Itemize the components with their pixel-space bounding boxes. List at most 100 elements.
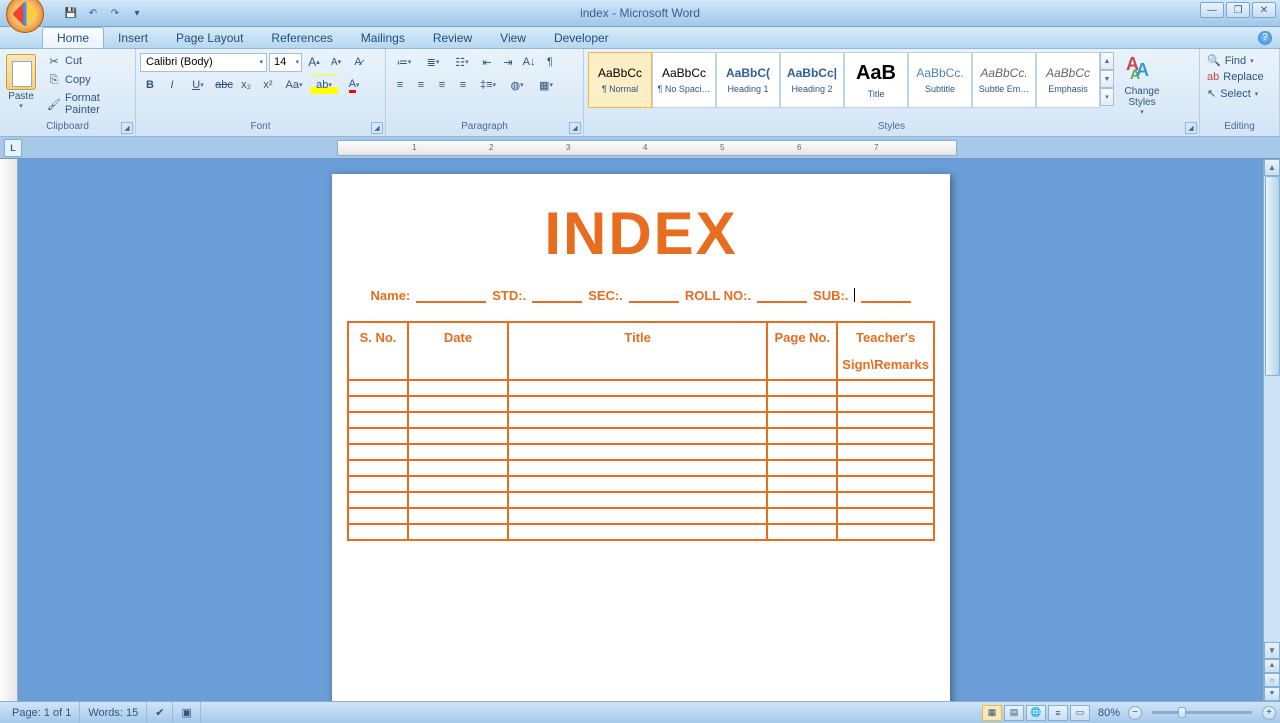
font-name-value: Calibri (Body): [146, 56, 213, 68]
group-paragraph-title: Paragraph: [390, 120, 579, 136]
tab-review[interactable]: Review: [419, 28, 486, 48]
document-page[interactable]: INDEX Name: STD:. SEC:. ROLL NO:. SUB:. …: [332, 174, 950, 701]
format-painter-label: Format Painter: [65, 92, 128, 116]
tab-developer[interactable]: Developer: [540, 28, 623, 48]
bullets-button[interactable]: ≔▾: [390, 52, 418, 72]
style-emphasis[interactable]: AaBbCcEmphasis: [1036, 52, 1100, 108]
zoom-slider[interactable]: [1152, 711, 1252, 714]
index-table: S. No. Date Title Page No. Teacher's Sig…: [347, 321, 935, 541]
italic-button[interactable]: I: [162, 75, 182, 95]
style-title[interactable]: AaBTitle: [844, 52, 908, 108]
next-page-button[interactable]: ⯆: [1264, 687, 1280, 701]
highlight-button[interactable]: ab▾: [310, 75, 338, 95]
table-row: [348, 524, 934, 540]
style-normal[interactable]: AaBbCc¶ Normal: [588, 52, 652, 108]
style-subtitle[interactable]: AaBbCc.Subtitle: [908, 52, 972, 108]
horizontal-ruler[interactable]: 1234567: [337, 140, 957, 156]
tab-view[interactable]: View: [486, 28, 540, 48]
increase-indent-button[interactable]: ⇥: [498, 52, 518, 72]
vertical-scrollbar[interactable]: ▲ ▼ ⯅ ○ ⯆: [1263, 159, 1280, 701]
doc-form-line: Name: STD:. SEC:. ROLL NO:. SUB:.: [347, 288, 935, 303]
minimize-button[interactable]: —: [1200, 2, 1224, 18]
decrease-indent-button[interactable]: ⇤: [477, 52, 497, 72]
style-subtleem[interactable]: AaBbCc.Subtle Em…: [972, 52, 1036, 108]
scroll-down-button[interactable]: ▼: [1264, 642, 1280, 659]
replace-button[interactable]: ab Replace: [1204, 69, 1275, 85]
grow-font-button[interactable]: A▴: [304, 52, 324, 72]
format-painter-icon: 🖌: [47, 97, 61, 111]
zoom-level[interactable]: 80%: [1098, 707, 1120, 719]
styles-scroll-up[interactable]: ▲: [1100, 52, 1114, 70]
show-marks-button[interactable]: ¶: [540, 52, 560, 72]
copy-button[interactable]: ⎘ Copy: [44, 71, 131, 89]
redo-icon[interactable]: ↷: [106, 4, 124, 22]
sort-button[interactable]: A↓: [519, 52, 539, 72]
clear-formatting-button[interactable]: A̷: [348, 52, 368, 72]
view-web-layout[interactable]: 🌐: [1026, 705, 1046, 721]
strikethrough-button[interactable]: abc: [214, 75, 234, 95]
select-icon: ↖: [1207, 87, 1216, 100]
help-icon[interactable]: ?: [1258, 31, 1272, 45]
select-button[interactable]: ↖ Select ▾: [1204, 85, 1275, 102]
tab-insert[interactable]: Insert: [104, 28, 162, 48]
scroll-thumb[interactable]: [1265, 176, 1280, 376]
style-nospaci[interactable]: AaBbCc¶ No Spaci…: [652, 52, 716, 108]
bold-button[interactable]: B: [140, 75, 160, 95]
view-full-reading[interactable]: ▤: [1004, 705, 1024, 721]
find-button[interactable]: 🔍 Find ▾: [1204, 52, 1275, 69]
qat-dropdown-icon[interactable]: ▾: [128, 4, 146, 22]
borders-button[interactable]: ▦▾: [532, 75, 560, 95]
vertical-ruler[interactable]: [0, 159, 18, 701]
change-styles-button[interactable]: AAAChange Styles▾: [1120, 52, 1164, 116]
restore-button[interactable]: ❐: [1226, 2, 1250, 18]
view-print-layout[interactable]: ▦: [982, 705, 1002, 721]
clipboard-dialog-launcher[interactable]: ◢: [121, 122, 133, 134]
undo-icon[interactable]: ↶: [84, 4, 102, 22]
multilevel-button[interactable]: ☷▾: [448, 52, 476, 72]
view-draft[interactable]: ▭: [1070, 705, 1090, 721]
styles-dialog-launcher[interactable]: ◢: [1185, 122, 1197, 134]
style-heading2[interactable]: AaBbCc|Heading 2: [780, 52, 844, 108]
tab-home[interactable]: Home: [42, 27, 104, 48]
prev-page-button[interactable]: ⯅: [1264, 659, 1280, 673]
styles-scroll-down[interactable]: ▼: [1100, 70, 1114, 88]
shading-button[interactable]: ◍▾: [503, 75, 531, 95]
cut-button[interactable]: ✂ Cut: [44, 52, 131, 70]
format-painter-button[interactable]: 🖌 Format Painter: [44, 90, 131, 118]
justify-button[interactable]: ≡: [453, 75, 473, 95]
tab-selector[interactable]: L: [4, 139, 22, 157]
change-case-button[interactable]: Aa▾: [280, 75, 308, 95]
tab-mailings[interactable]: Mailings: [347, 28, 419, 48]
align-right-button[interactable]: ≡: [432, 75, 452, 95]
paragraph-dialog-launcher[interactable]: ◢: [569, 122, 581, 134]
subscript-button[interactable]: x₂: [236, 75, 256, 95]
font-size-combo[interactable]: 14 ▾: [269, 53, 302, 72]
styles-more[interactable]: ▾: [1100, 88, 1114, 106]
shrink-font-button[interactable]: A▾: [326, 52, 346, 72]
zoom-in-button[interactable]: +: [1262, 706, 1276, 720]
underline-button[interactable]: U ▾: [184, 75, 212, 95]
th-sign: Teacher's Sign\Remarks: [837, 322, 934, 380]
browse-object-button[interactable]: ○: [1264, 673, 1280, 687]
table-row: [348, 428, 934, 444]
font-name-combo[interactable]: Calibri (Body) ▾: [140, 53, 267, 72]
zoom-out-button[interactable]: −: [1128, 706, 1142, 720]
close-button[interactable]: ✕: [1252, 2, 1276, 18]
style-heading1[interactable]: AaBbC(Heading 1: [716, 52, 780, 108]
table-row: [348, 412, 934, 428]
quick-access-toolbar: 💾 ↶ ↷ ▾: [62, 4, 146, 22]
align-center-button[interactable]: ≡: [411, 75, 431, 95]
align-left-button[interactable]: ≡: [390, 75, 410, 95]
superscript-button[interactable]: x²: [258, 75, 278, 95]
scroll-up-button[interactable]: ▲: [1264, 159, 1280, 176]
font-color-button[interactable]: A▾: [340, 75, 368, 95]
group-editing: 🔍 Find ▾ ab Replace ↖ Select ▾ Editing: [1200, 49, 1280, 136]
save-icon[interactable]: 💾: [62, 4, 80, 22]
numbering-button[interactable]: ≣▾: [419, 52, 447, 72]
paste-button[interactable]: Paste ▾: [4, 52, 38, 118]
line-spacing-button[interactable]: ‡≡▾: [474, 75, 502, 95]
tab-references[interactable]: References: [257, 28, 346, 48]
view-outline[interactable]: ≡: [1048, 705, 1068, 721]
tab-page-layout[interactable]: Page Layout: [162, 28, 257, 48]
font-dialog-launcher[interactable]: ◢: [371, 122, 383, 134]
